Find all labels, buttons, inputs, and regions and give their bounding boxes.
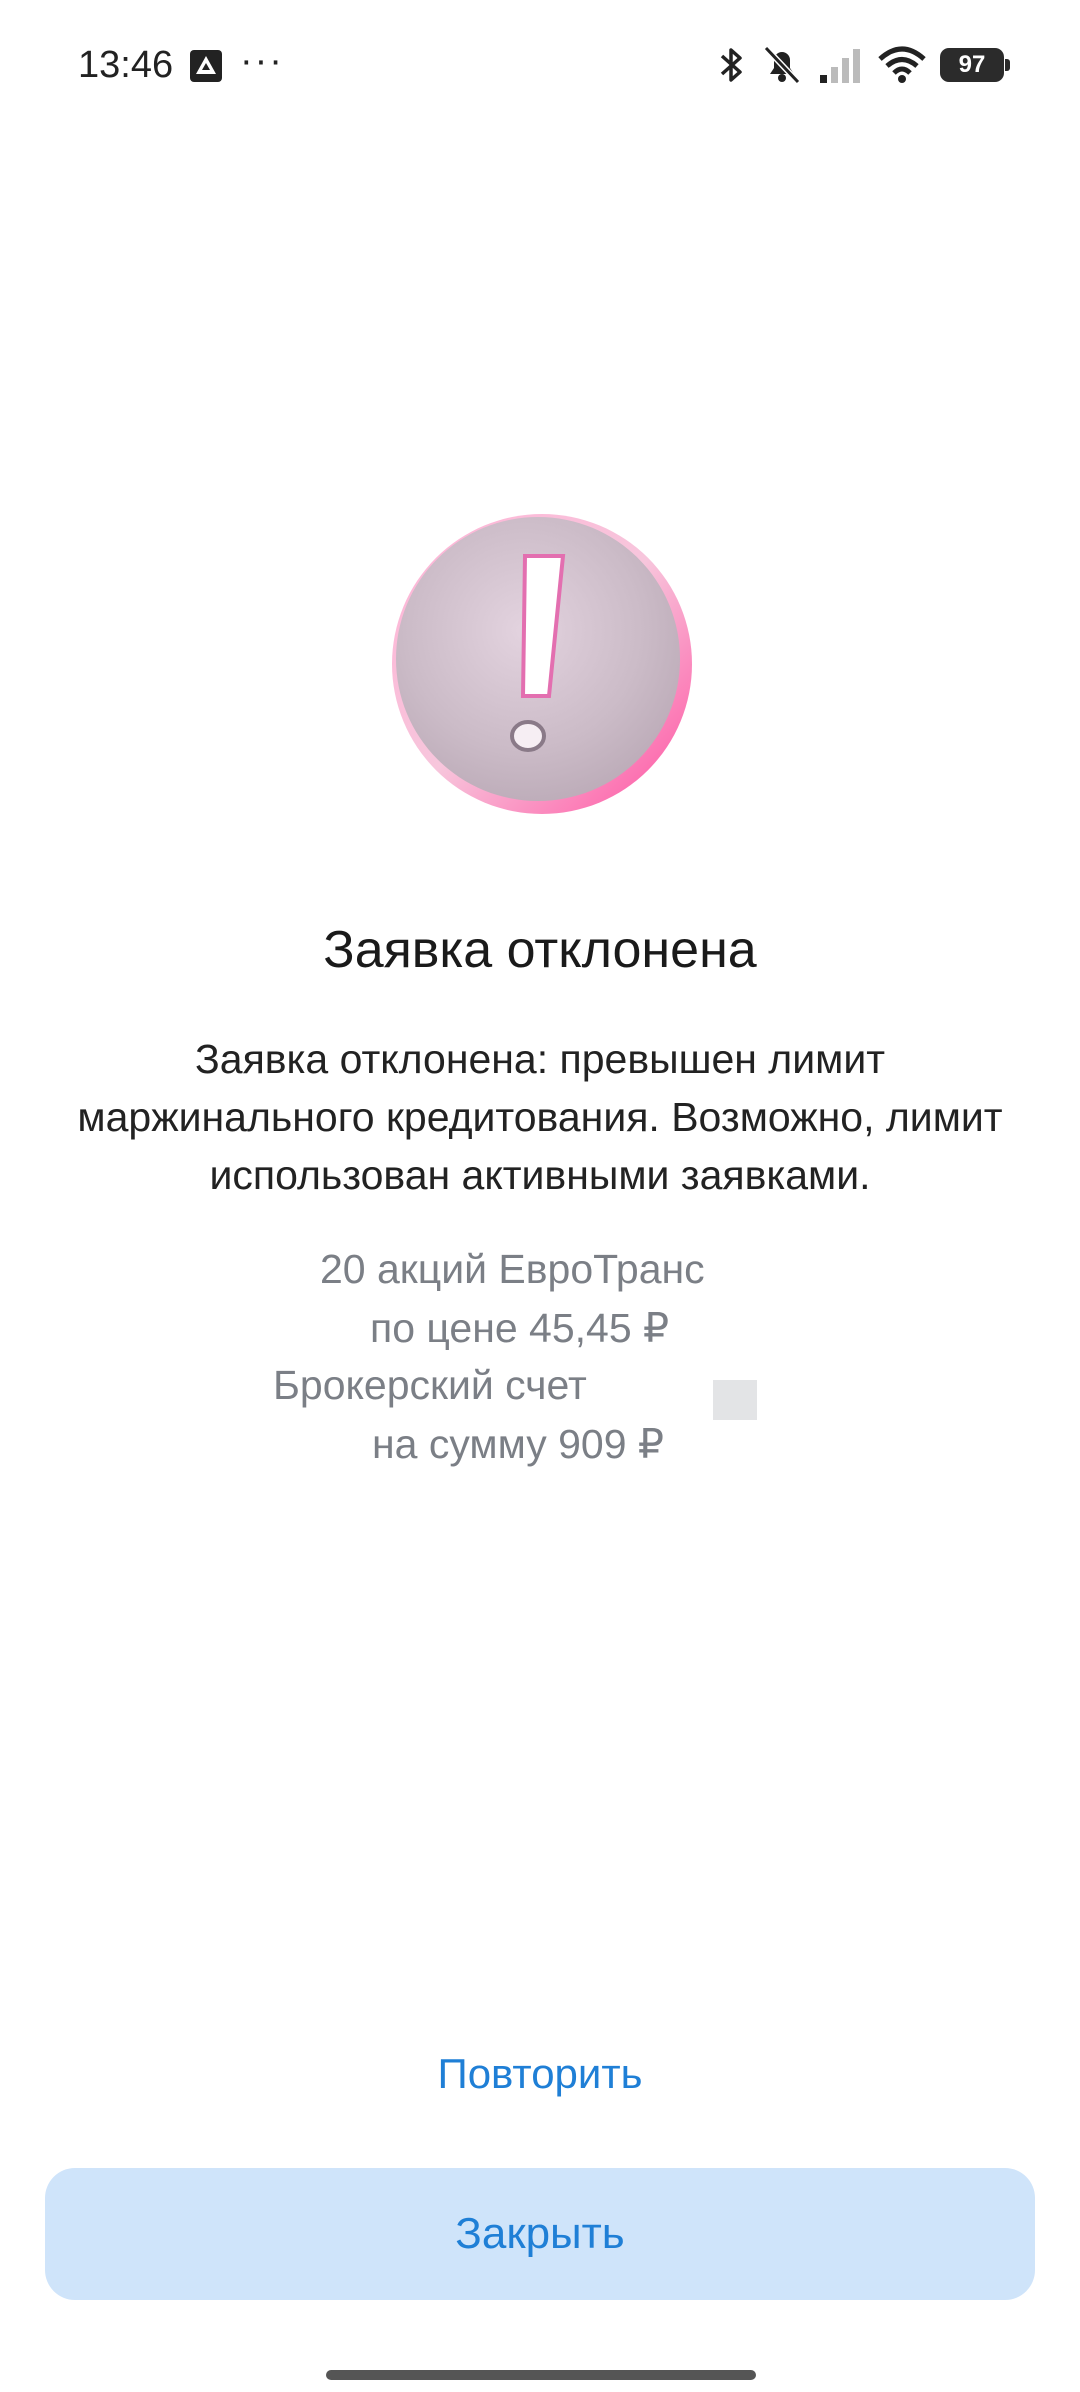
notification-icon [190, 50, 222, 82]
warning-exclamation-icon [392, 514, 692, 814]
retry-button[interactable]: Повторить [0, 2050, 1080, 2098]
bluetooth-icon [720, 48, 742, 82]
status-icons: 97 [716, 44, 1010, 86]
error-message: Заявка отклонена: превышен лимит маржина… [77, 1036, 1003, 1198]
home-indicator[interactable] [326, 2370, 756, 2380]
account-label: Брокерский счет [273, 1362, 587, 1408]
status-bar: 13:46 ··· 97 [0, 0, 1080, 136]
battery-indicator: 97 [940, 48, 1010, 82]
signal-icon [820, 49, 860, 83]
order-price: по цене 45,45 ₽ [370, 1305, 670, 1351]
page-title: Заявка отклонена [323, 921, 757, 979]
status-time: 13:46 [78, 44, 174, 86]
close-button[interactable]: Закрыть [45, 2168, 1035, 2300]
order-amount: на сумму 909 ₽ [372, 1421, 664, 1467]
masked-account-number [713, 1380, 757, 1420]
more-notifications-icon: ··· [240, 40, 284, 82]
wifi-icon [878, 46, 926, 83]
order-quantity: 20 акций ЕвроТранс [320, 1246, 705, 1292]
silent-bell-icon [763, 45, 801, 85]
